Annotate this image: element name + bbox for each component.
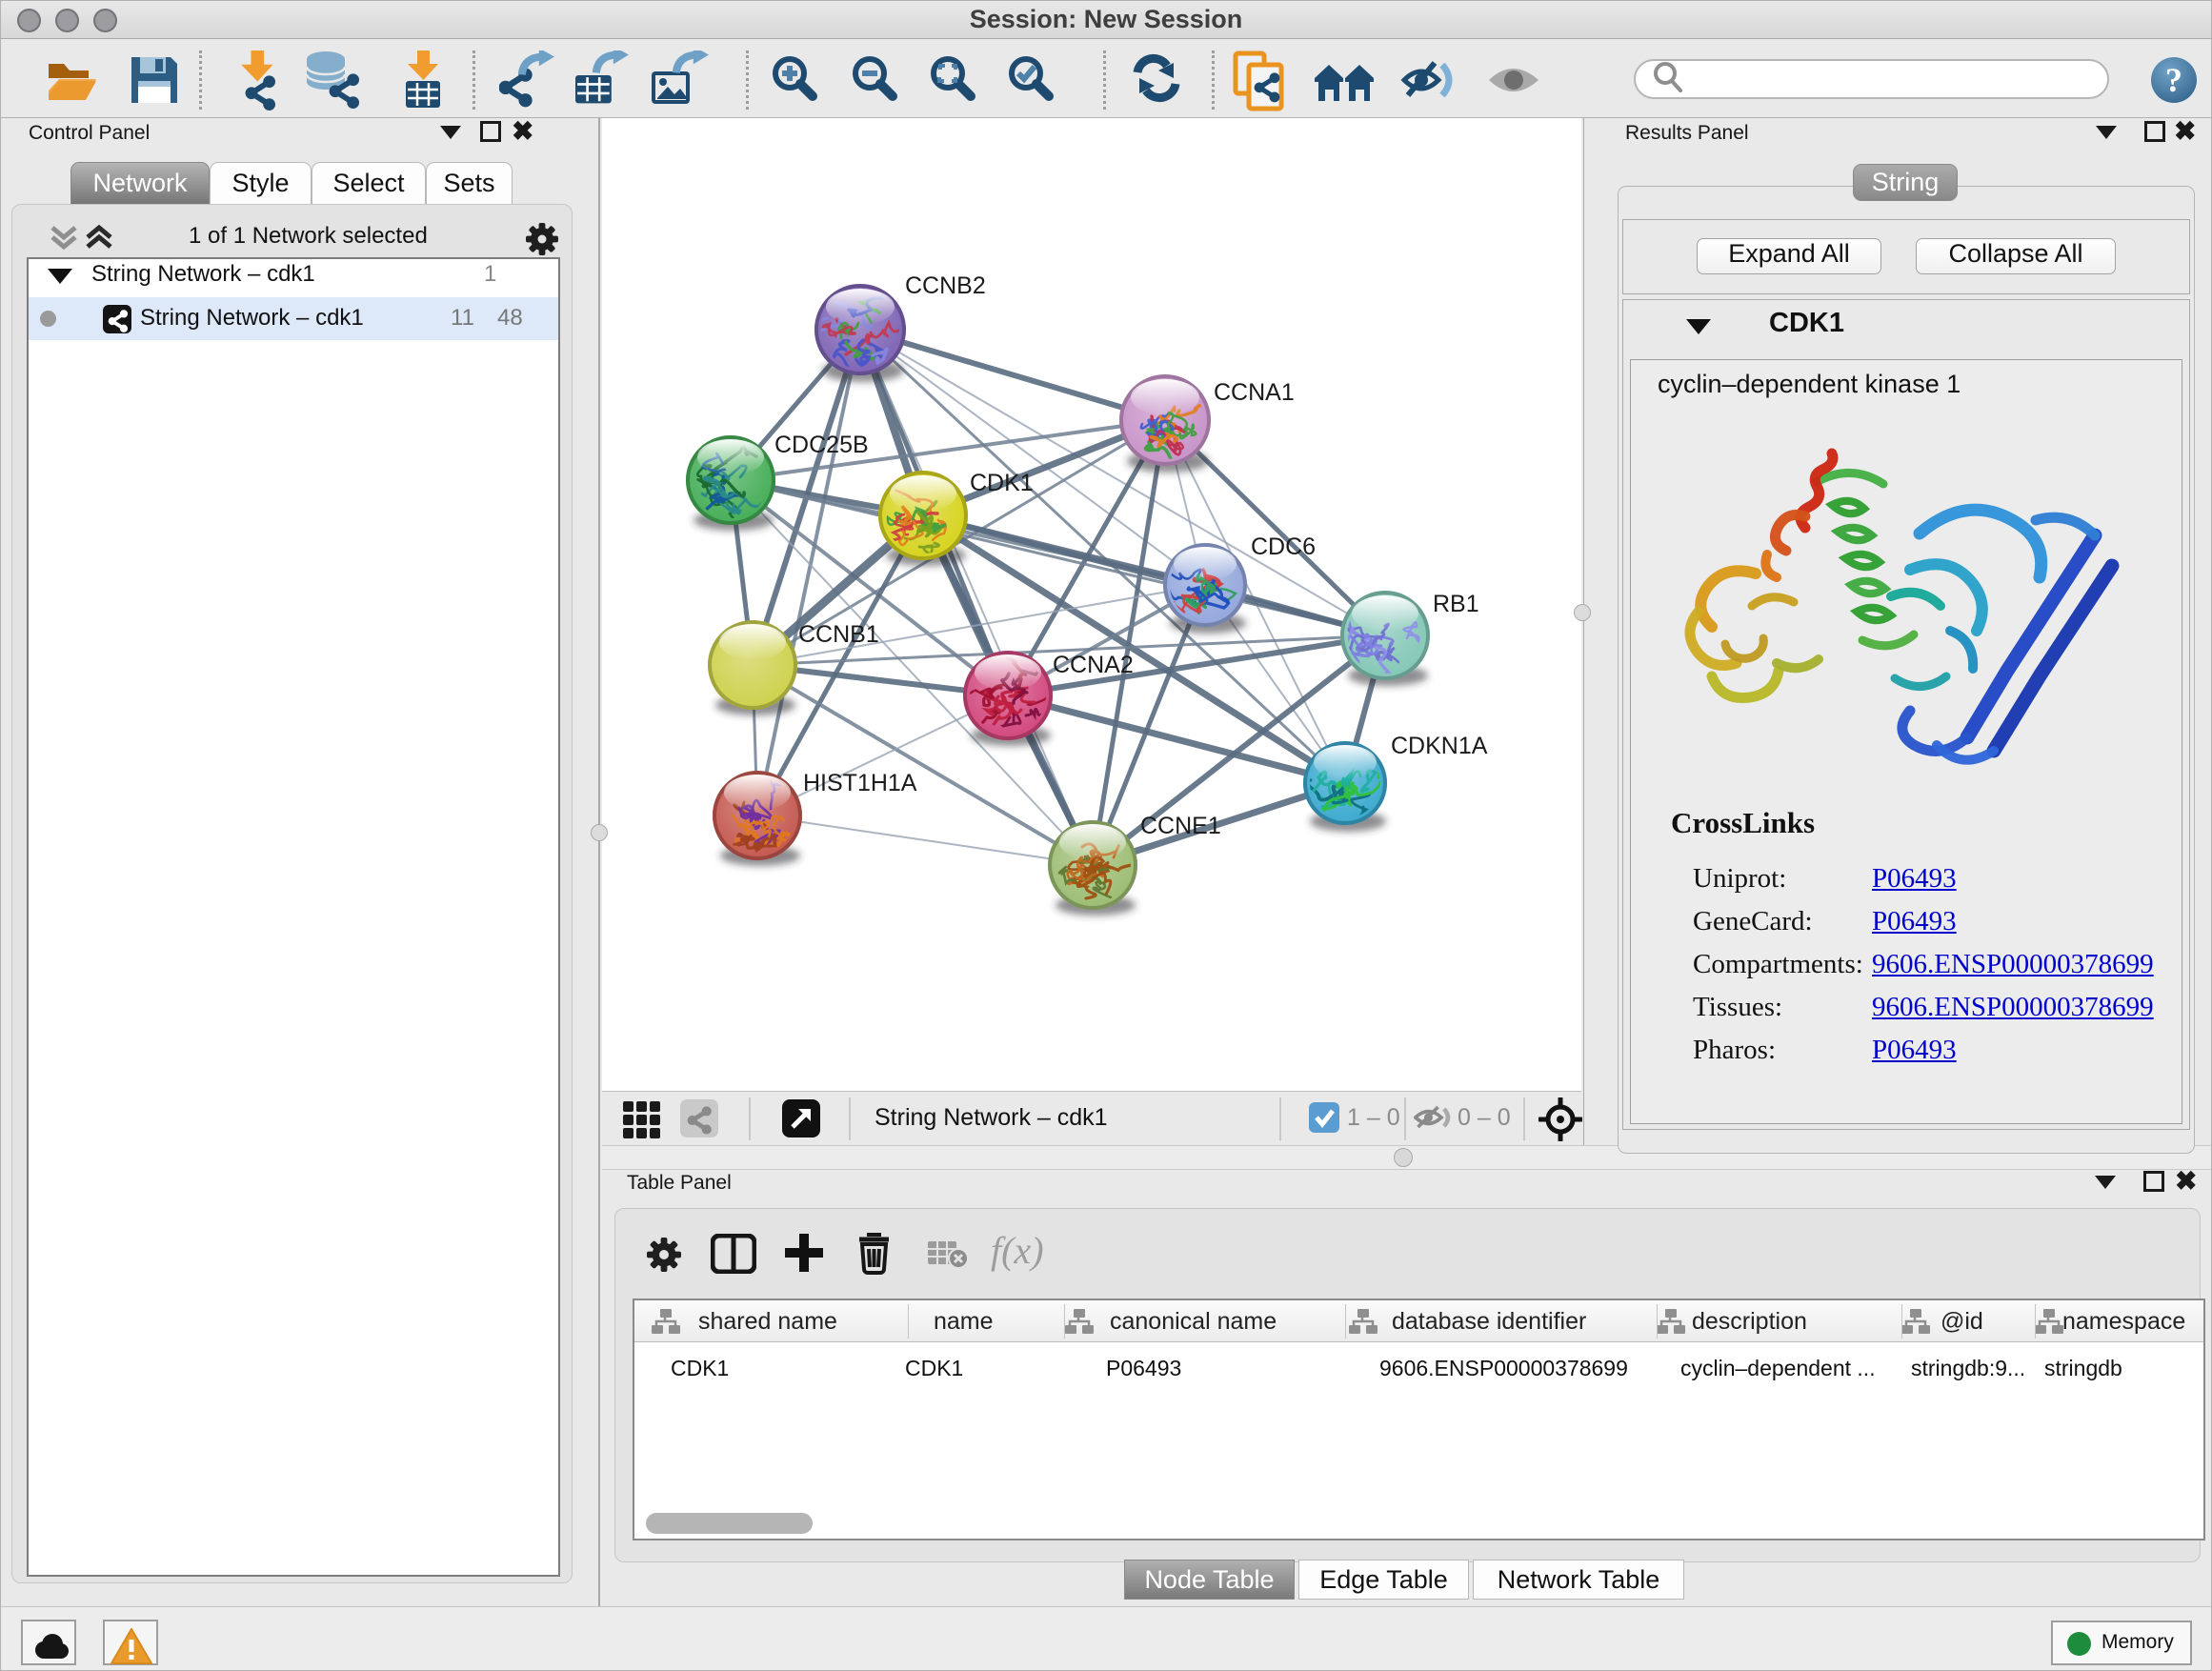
svg-text:CDKN1A: CDKN1A [1391,733,1488,759]
svg-text:CDC25B: CDC25B [774,432,869,458]
svg-text:RB1: RB1 [1433,591,1479,617]
svg-text:CCNA2: CCNA2 [1053,652,1134,678]
svg-text:CCNB1: CCNB1 [798,621,879,648]
svg-text:CDK1: CDK1 [970,470,1034,496]
svg-text:HIST1H1A: HIST1H1A [803,770,917,796]
svg-text:CCNE1: CCNE1 [1140,813,1221,839]
svg-text:CCNB2: CCNB2 [905,272,986,299]
svg-text:CDC6: CDC6 [1251,534,1316,560]
svg-text:?: ? [2165,61,2182,99]
svg-text:CCNA1: CCNA1 [1214,379,1295,406]
